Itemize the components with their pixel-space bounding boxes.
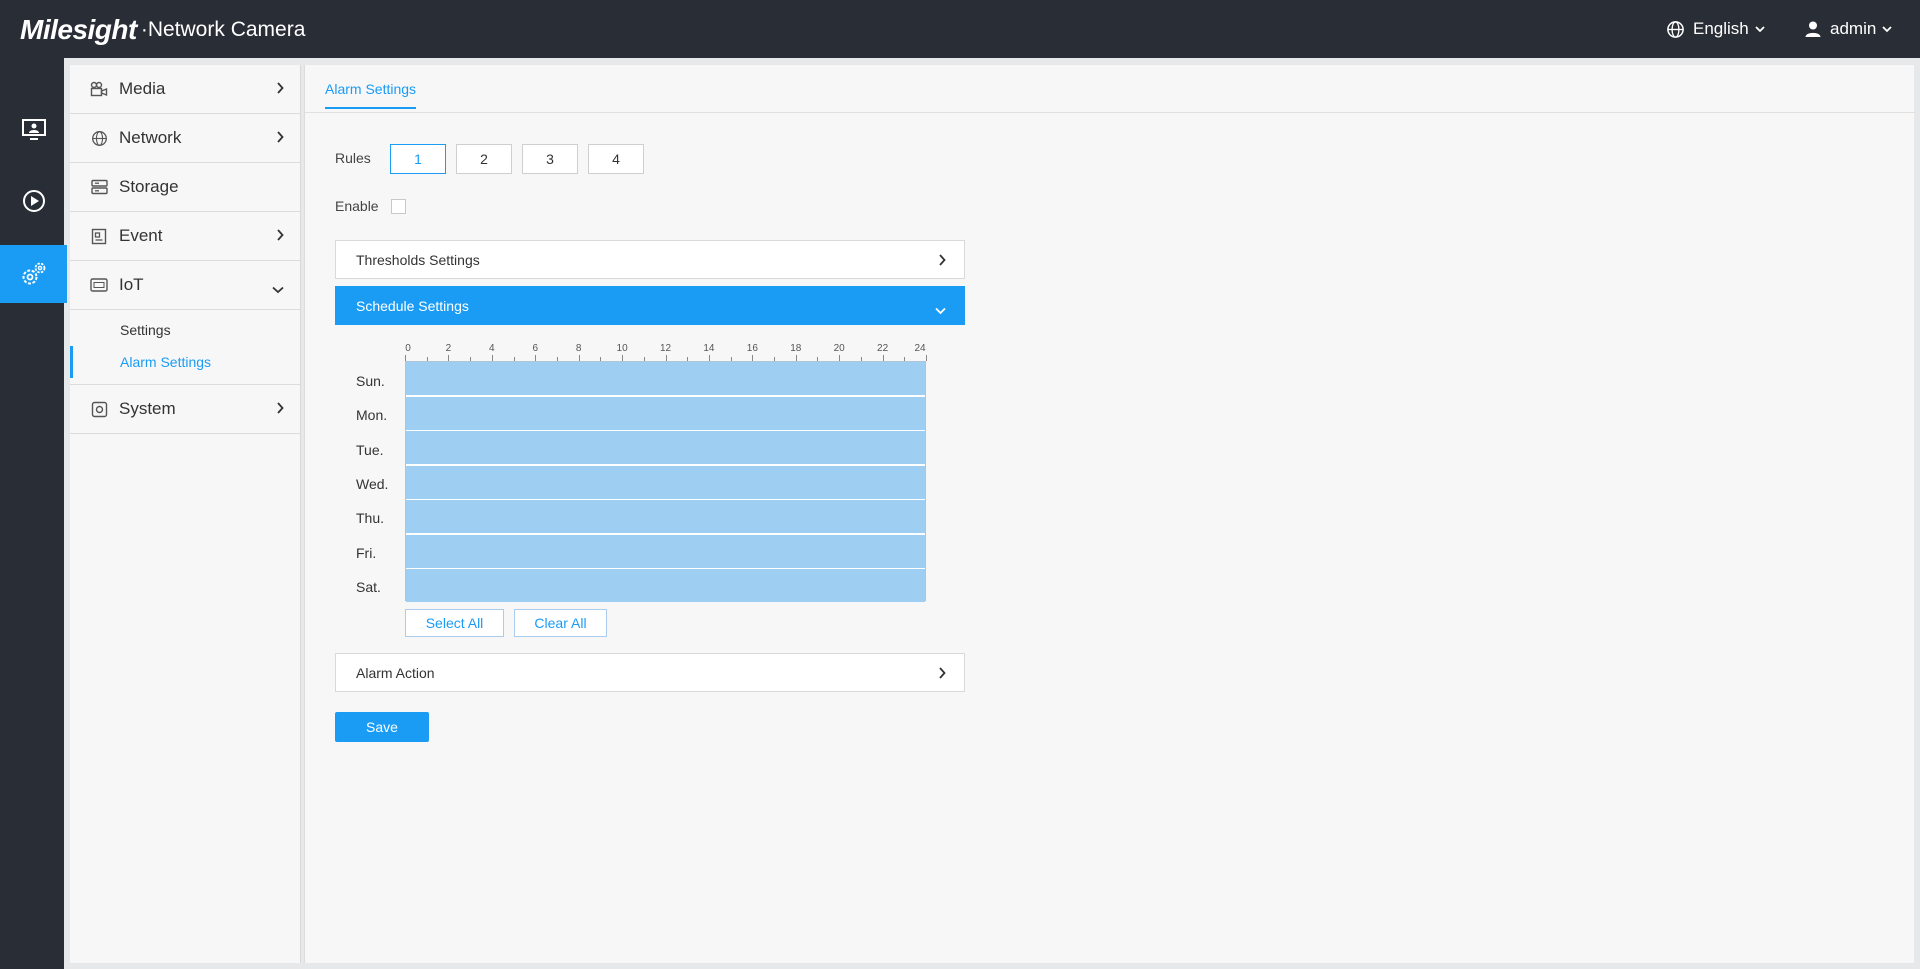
chevron-down-icon <box>935 302 946 318</box>
storage-icon <box>90 178 108 196</box>
tab-alarm-settings[interactable]: Alarm Settings <box>325 81 417 109</box>
day-label: Sun. <box>356 373 385 389</box>
rail-playback[interactable] <box>0 172 67 230</box>
hour-label: 16 <box>746 343 758 354</box>
sidebar-item-label: Event <box>119 226 163 245</box>
clear-all-button[interactable]: Clear All <box>514 609 607 637</box>
globe-icon <box>1667 20 1684 38</box>
axis-tick <box>926 355 927 361</box>
rail-live-view[interactable] <box>0 101 67 159</box>
hour-label: 0 <box>405 343 411 354</box>
top-bar: Milesight ·Network Camera English admin <box>0 0 1920 58</box>
day-label: Wed. <box>356 475 389 492</box>
playback-icon <box>22 190 45 212</box>
day-label: Fri. <box>356 544 377 561</box>
hour-label: 22 <box>877 343 889 354</box>
sidebar-item-media[interactable]: Media <box>70 65 300 114</box>
sidebar-item-storage[interactable]: Storage <box>70 163 300 212</box>
product-name: ·Network Camera <box>140 18 306 41</box>
day-label: Tue. <box>356 441 384 458</box>
schedule-grid[interactable] <box>405 361 926 602</box>
sidebar-subitem-settings[interactable]: Settings <box>70 314 300 346</box>
hour-label: 8 <box>575 343 582 354</box>
enable-checkbox[interactable] <box>391 199 406 214</box>
chevron-right-icon <box>938 666 946 682</box>
live-view-icon <box>21 119 46 140</box>
save-button[interactable]: Save <box>335 712 429 742</box>
hour-label: 12 <box>659 343 672 354</box>
settings-icon <box>22 262 45 285</box>
user-menu[interactable]: admin <box>1804 17 1900 41</box>
chevron-right-icon <box>276 130 284 148</box>
sidebar-item-network[interactable]: Network <box>70 114 300 163</box>
day-label: Thu. <box>356 510 385 527</box>
sidebar-item-event[interactable]: Event <box>70 212 300 261</box>
language-label: English <box>1693 19 1749 38</box>
rule-button-3[interactable]: 3 <box>522 144 578 174</box>
sidebar-item-label: Network <box>119 128 182 147</box>
language-selector[interactable]: English <box>1666 17 1773 41</box>
rule-button-2[interactable]: 2 <box>456 144 512 174</box>
schedule-day-row[interactable] <box>406 431 925 464</box>
sidebar-item-label: Media <box>119 79 166 98</box>
hour-label: 10 <box>616 343 628 354</box>
day-label: Sat. <box>356 578 381 595</box>
schedule-day-row[interactable] <box>406 362 925 395</box>
user-label: admin <box>1830 19 1877 38</box>
chevron-down-icon <box>1755 25 1773 33</box>
schedule-day-row[interactable] <box>406 500 925 533</box>
alarm-action-header[interactable]: Alarm Action <box>335 653 965 692</box>
iot-icon <box>90 276 108 294</box>
chevron-right-icon <box>938 253 946 269</box>
rail-settings[interactable] <box>0 245 67 303</box>
globe-icon <box>90 129 108 147</box>
schedule-day-row[interactable] <box>406 465 925 499</box>
user-icon <box>1805 21 1821 37</box>
hour-label: 14 <box>703 343 715 354</box>
sidebar-item-label: System <box>119 399 176 418</box>
chevron-right-icon <box>276 228 284 246</box>
section-title: Thresholds Settings <box>356 251 480 268</box>
brand-logo: Milesight <box>20 14 137 45</box>
chevron-right-icon <box>276 401 284 419</box>
section-title: Schedule Settings <box>356 297 469 314</box>
hour-label: 2 <box>445 343 452 354</box>
sidebar-item-system[interactable]: System <box>70 385 300 434</box>
schedule-day-row[interactable] <box>406 569 925 602</box>
hour-label: 6 <box>532 343 539 354</box>
enable-label: Enable <box>335 198 379 214</box>
settings-sidebar: Media Network Storage Event IoT Settings… <box>70 65 301 963</box>
chevron-down-icon <box>272 281 284 299</box>
chevron-right-icon <box>276 81 284 99</box>
sidebar-item-label: Storage <box>119 177 179 196</box>
select-all-button[interactable]: Select All <box>405 609 504 637</box>
camera-icon <box>90 80 108 98</box>
thresholds-settings-header[interactable]: Thresholds Settings <box>335 240 965 279</box>
system-icon <box>90 400 108 418</box>
sidebar-item-label: IoT <box>119 275 144 294</box>
sidebar-subitem-alarm-settings[interactable]: Alarm Settings <box>70 346 300 378</box>
event-icon <box>90 227 108 245</box>
schedule-settings-header[interactable]: Schedule Settings <box>335 286 965 325</box>
iot-submenu: Settings Alarm Settings <box>70 310 300 385</box>
main-panel: Alarm Settings Rules 1 2 3 4 Enable Thre… <box>304 65 1915 963</box>
schedule-hour-axis: 0 2 4 6 8 10 12 14 16 18 20 22 24 <box>405 343 927 363</box>
hour-label: 4 <box>489 343 495 354</box>
chevron-down-icon <box>1882 25 1900 33</box>
sidebar-item-iot[interactable]: IoT <box>70 261 300 310</box>
rule-button-4[interactable]: 4 <box>588 144 644 174</box>
tab-bar: Alarm Settings <box>305 65 1915 113</box>
hour-label: 24 <box>914 343 926 354</box>
rule-button-1[interactable]: 1 <box>390 144 446 174</box>
hour-label: 18 <box>790 343 802 354</box>
left-rail <box>0 58 67 969</box>
schedule-day-row[interactable] <box>406 396 925 430</box>
schedule-day-row[interactable] <box>406 534 925 568</box>
section-title: Alarm Action <box>356 664 435 681</box>
rules-label: Rules <box>335 150 371 166</box>
day-label: Mon. <box>356 407 388 424</box>
hour-label: 20 <box>833 343 845 354</box>
brand: Milesight ·Network Camera <box>20 10 305 50</box>
